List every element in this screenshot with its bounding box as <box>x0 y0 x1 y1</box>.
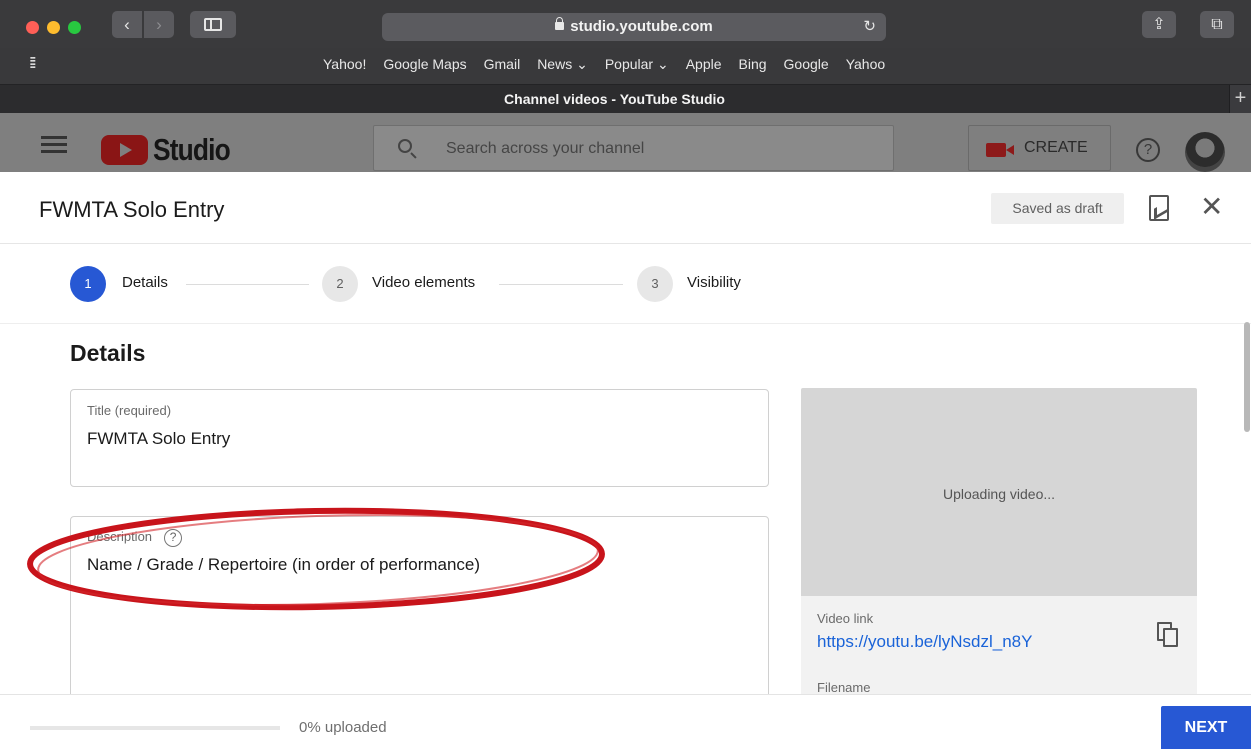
step-2-label[interactable]: Video elements <box>372 274 475 291</box>
favorite-popular[interactable]: Popular ⌄ <box>605 56 669 73</box>
menu-icon[interactable] <box>41 136 67 153</box>
step-3-circle[interactable]: 3 <box>637 266 673 302</box>
studio-logo-text[interactable]: Studio <box>153 132 231 168</box>
favorite-apple[interactable]: Apple <box>686 56 722 73</box>
video-camera-icon <box>986 143 1014 157</box>
title-field-value[interactable]: FWMTA Solo Entry <box>87 429 230 449</box>
step-connector <box>499 284 623 285</box>
dialog-footer: 0% uploaded NEXT <box>0 694 1251 749</box>
upload-status: 0% uploaded <box>299 719 387 736</box>
share-button[interactable]: ⇪ <box>1142 11 1176 38</box>
search-placeholder: Search across your channel <box>446 140 645 157</box>
tabs-icon: ⧉ <box>1211 16 1223 33</box>
channel-search-input[interactable]: Search across your channel <box>373 125 894 171</box>
filename-label: Filename <box>817 680 871 695</box>
create-label: CREATE <box>1024 139 1088 156</box>
draft-status-badge: Saved as draft <box>991 193 1124 224</box>
tab-overview-button[interactable]: ⧉ <box>1200 11 1234 38</box>
favorites-bar: ⁞⁞⁞⁞ Yahoo! Google Maps Gmail News ⌄ Pop… <box>0 48 1251 84</box>
feedback-icon[interactable] <box>1149 195 1169 221</box>
create-button[interactable]: CREATE <box>968 125 1111 171</box>
description-field[interactable]: Description? Name / Grade / Repertoire (… <box>70 516 769 716</box>
screen: ‹ › studio.youtube.com ↻ ⇪ ⧉ ⁞⁞⁞⁞ Yahoo!… <box>0 0 1251 749</box>
step-1-label[interactable]: Details <box>122 274 168 291</box>
window-zoom-button[interactable] <box>68 21 81 34</box>
address-text: studio.youtube.com <box>570 18 713 35</box>
video-link-label: Video link <box>817 611 874 626</box>
grid-icon[interactable]: ⁞⁞⁞⁞ <box>29 55 36 72</box>
step-3-label[interactable]: Visibility <box>687 274 741 291</box>
favorite-google[interactable]: Google <box>784 56 829 73</box>
step-connector <box>186 284 309 285</box>
share-icon: ⇪ <box>1152 16 1166 33</box>
chevron-right-icon: › <box>156 15 162 34</box>
avatar[interactable] <box>1185 132 1225 172</box>
youtube-logo-icon[interactable] <box>101 135 148 165</box>
tab-strip: Channel videos - YouTube Studio + <box>0 84 1251 114</box>
upload-dialog: FWMTA Solo Entry Saved as draft ✕ 1 Deta… <box>0 172 1251 749</box>
upload-progress-bar <box>30 726 280 730</box>
active-tab-title[interactable]: Channel videos - YouTube Studio <box>0 91 1229 107</box>
sidebar-toggle-button[interactable] <box>190 11 236 38</box>
section-heading: Details <box>70 340 146 366</box>
favorite-yahoo-bang[interactable]: Yahoo! <box>323 56 366 73</box>
description-field-value[interactable]: Name / Grade / Repertoire (in order of p… <box>87 555 480 575</box>
description-field-label-row: Description? <box>87 529 183 547</box>
upload-stepper: 1 Details 2 Video elements 3 Visibility <box>0 244 1251 324</box>
copy-icon[interactable] <box>1157 622 1179 648</box>
next-button[interactable]: NEXT <box>1161 706 1251 749</box>
search-icon <box>398 139 412 153</box>
reload-icon[interactable]: ↻ <box>863 13 876 41</box>
window-minimize-button[interactable] <box>47 21 60 34</box>
window-close-button[interactable] <box>26 21 39 34</box>
favorite-google-maps[interactable]: Google Maps <box>383 56 466 73</box>
forward-button[interactable]: › <box>144 11 174 38</box>
close-icon[interactable]: ✕ <box>1200 192 1223 222</box>
help-icon[interactable]: ? <box>164 529 183 547</box>
description-field-label: Description <box>87 529 153 544</box>
favorite-yahoo[interactable]: Yahoo <box>846 56 885 73</box>
favorite-bing[interactable]: Bing <box>739 56 767 73</box>
dialog-header: FWMTA Solo Entry Saved as draft ✕ <box>0 172 1251 244</box>
scrollbar[interactable] <box>1244 322 1250 432</box>
studio-header: Studio Search across your channel CREATE… <box>0 113 1251 172</box>
favorite-news[interactable]: News ⌄ <box>537 56 588 73</box>
lock-icon <box>555 17 565 30</box>
video-preview: Uploading video... <box>801 388 1197 596</box>
chevron-left-icon: ‹ <box>124 15 130 34</box>
dialog-title: FWMTA Solo Entry <box>39 197 225 222</box>
favorites-list: Yahoo! Google Maps Gmail News ⌄ Popular … <box>323 56 885 73</box>
preview-status: Uploading video... <box>942 486 1056 502</box>
step-2-circle[interactable]: 2 <box>322 266 358 302</box>
browser-toolbar: ‹ › studio.youtube.com ↻ ⇪ ⧉ <box>0 0 1251 48</box>
title-field[interactable]: Title (required) FWMTA Solo Entry <box>70 389 769 487</box>
favorite-gmail[interactable]: Gmail <box>484 56 521 73</box>
new-tab-button[interactable]: + <box>1229 85 1251 114</box>
address-bar[interactable]: studio.youtube.com ↻ <box>382 13 886 41</box>
help-icon[interactable]: ? <box>1136 138 1160 162</box>
title-field-label: Title (required) <box>87 403 172 418</box>
back-button[interactable]: ‹ <box>112 11 142 38</box>
sidebar-icon <box>204 18 222 31</box>
step-1-circle[interactable]: 1 <box>70 266 106 302</box>
video-link[interactable]: https://youtu.be/lyNsdzl_n8Y <box>817 632 1032 652</box>
